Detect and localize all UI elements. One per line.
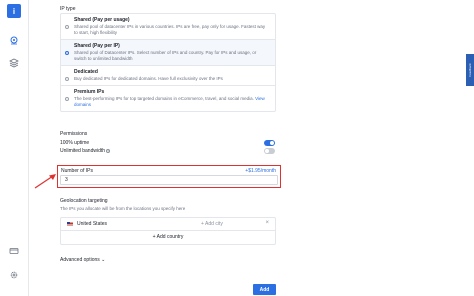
ip-option-description: The best-performing IPs for top targeted… [74,96,269,108]
billing-card-icon[interactable] [7,244,21,258]
ip-option-dedicated[interactable]: Dedicated Buy dedicated IPs for dedicate… [61,66,275,86]
ip-type-label: IP type [60,6,76,12]
radio-button[interactable] [65,77,69,81]
add-country-button[interactable]: + Add country [61,234,275,240]
info-icon[interactable]: i [7,4,21,18]
feedback-tab-label: Feedback [468,63,472,77]
country-name: United States [77,221,108,227]
ip-option-description: Buy dedicated IPs for dedicated domains.… [74,76,223,81]
chevron-down-icon: ⌄ [101,257,106,263]
ip-option-description: Shared pool of Datacenter IPs. Select nu… [74,50,257,61]
us-flag-icon [67,222,73,226]
ip-type-options: Shared (Pay per usage) Shared pool of da… [60,13,276,112]
bandwidth-label: Unlimited bandwidth [60,148,106,154]
ip-option-shared-ip[interactable]: Shared (Pay per IP) Shared pool of Datac… [61,40,275,66]
number-of-ips-highlight: Number of IPs +$1.95/month 3 [57,165,281,188]
advanced-options-label: Advanced options [60,257,100,263]
permissions-label: Permissions [60,131,88,137]
ip-option-title: Premium IPs [74,89,105,95]
ip-option-title: Dedicated [74,69,98,75]
radio-button[interactable] [65,25,69,29]
add-button[interactable]: Add [253,284,276,295]
advanced-options-toggle[interactable]: Advanced options ⌄ [60,257,105,263]
number-of-ips-input[interactable]: 3 [60,175,278,185]
ip-option-title: Shared (Pay per IP) [74,43,120,49]
gear-icon[interactable] [7,268,21,282]
remove-country-icon[interactable]: × [265,220,269,226]
ip-option-title: Shared (Pay per usage) [74,17,130,23]
location-pin-icon[interactable] [7,34,21,48]
radio-button[interactable] [65,97,69,101]
toggle-knob [270,141,274,145]
uptime-toggle[interactable] [264,140,275,146]
ip-option-desc-text: The best-performing IPs for top targeted… [74,96,254,101]
uptime-label: 100% uptime [60,140,90,146]
ip-option-premium[interactable]: Premium IPs The best-performing IPs for … [61,86,275,111]
geolocation-list: United States + Add city × + Add country [60,217,276,245]
bandwidth-row: Unlimited bandwidth? [60,148,111,154]
sidebar: i [0,0,29,296]
geolocation-label: Geolocation targeting [60,198,108,204]
country-row: United States + Add city × [61,218,275,231]
geolocation-hint: The IPs you allocate will be from the lo… [60,206,186,211]
number-of-ips-label: Number of IPs [61,168,93,174]
annotation-arrow-icon [34,174,56,189]
radio-button-selected[interactable] [65,51,69,55]
ip-option-description: Shared pool of datacenter IPs in various… [74,24,266,35]
feedback-tab[interactable]: Feedback [466,54,474,86]
bandwidth-toggle[interactable] [264,148,275,154]
add-country-row[interactable]: + Add country [61,231,275,244]
question-icon[interactable]: ? [106,148,111,153]
ip-option-shared-usage[interactable]: Shared (Pay per usage) Shared pool of da… [61,14,275,40]
ip-price: +$1.95/month [245,168,276,174]
toggle-knob [265,149,269,153]
layers-icon[interactable] [7,56,21,70]
add-city-button[interactable]: + Add city [201,221,223,227]
